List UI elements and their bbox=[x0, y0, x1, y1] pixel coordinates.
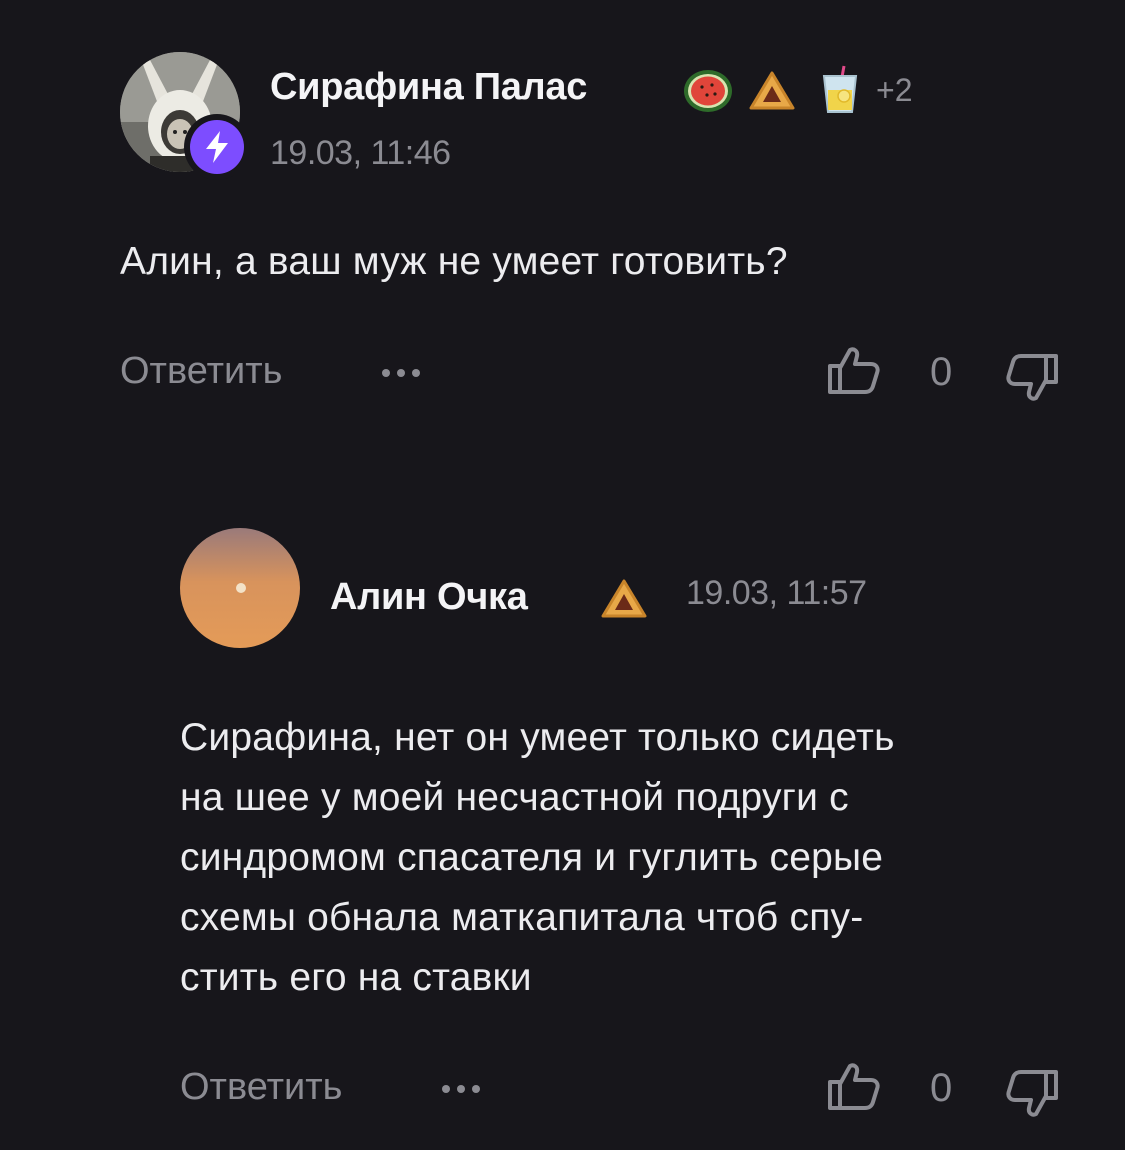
more-dot bbox=[442, 1085, 450, 1093]
like-button[interactable] bbox=[826, 1058, 882, 1119]
more-dot bbox=[472, 1085, 480, 1093]
timestamp: 19.03, 11:57 bbox=[686, 574, 867, 612]
dislike-button[interactable] bbox=[1004, 1066, 1060, 1127]
thumbs-up-icon bbox=[828, 347, 880, 394]
thumbs-up-icon bbox=[828, 1063, 880, 1110]
comment-line: стить его на ставки bbox=[180, 956, 532, 999]
more-dot bbox=[457, 1085, 465, 1093]
thumbs-down-icon bbox=[1006, 1070, 1058, 1117]
reply-button[interactable]: Ответить bbox=[120, 350, 282, 393]
more-options-button[interactable] bbox=[382, 358, 420, 388]
author-name[interactable]: Алин Очка bbox=[330, 576, 528, 619]
more-dot bbox=[412, 369, 420, 377]
comment-line: Сирафина, нет он умеет только сидеть bbox=[180, 716, 895, 759]
more-options-button[interactable] bbox=[442, 1074, 480, 1104]
vote-count: 0 bbox=[930, 1066, 953, 1110]
badge-background bbox=[190, 120, 244, 174]
lightning-icon bbox=[206, 131, 228, 163]
more-dot bbox=[382, 369, 390, 377]
comment-text: Сирафина, нет он умеет только сидеть на … bbox=[180, 708, 1080, 1008]
dislike-button[interactable] bbox=[1004, 350, 1060, 411]
timestamp: 19.03, 11:46 bbox=[270, 134, 451, 172]
like-button[interactable] bbox=[826, 342, 882, 403]
thumbs-down-icon bbox=[1006, 354, 1058, 401]
watermelon-icon bbox=[682, 68, 734, 119]
reply-button[interactable]: Ответить bbox=[180, 1066, 342, 1109]
comment-line: схемы обнала маткапитала чтоб спу- bbox=[180, 896, 864, 939]
moon-gradient-avatar bbox=[180, 528, 300, 648]
more-dot bbox=[397, 369, 405, 377]
author-name[interactable]: Сирафина Палас bbox=[270, 66, 587, 109]
avatar[interactable] bbox=[180, 528, 300, 648]
lemonade-icon bbox=[818, 64, 862, 119]
hamantash-icon bbox=[600, 578, 648, 625]
comment-line: синдромом спасателя и гуглить серые bbox=[180, 836, 884, 879]
vote-count: 0 bbox=[930, 350, 953, 394]
comment-text: Алин, а ваш муж не умеет готовить? bbox=[120, 240, 788, 283]
extra-badges-count[interactable]: +2 bbox=[876, 72, 912, 109]
hamantash-icon bbox=[748, 70, 796, 117]
author-badge[interactable] bbox=[184, 114, 250, 180]
comment-line: на шее у моей несчастной подруги с bbox=[180, 776, 849, 819]
